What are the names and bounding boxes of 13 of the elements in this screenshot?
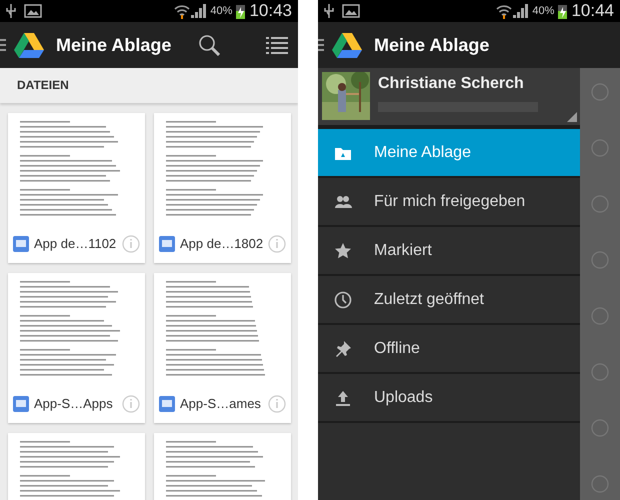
- battery-percent: 40%: [210, 4, 232, 19]
- account-header[interactable]: Christiane Scherch: [318, 68, 580, 125]
- file-name[interactable]: App-S…Apps: [34, 394, 117, 414]
- account-name: Christiane Scherch: [378, 74, 525, 94]
- section-header: DATEIEN: [0, 68, 298, 103]
- file-name[interactable]: App de…1802: [180, 234, 264, 254]
- clock-time: 10:43: [249, 0, 292, 22]
- clock-time: 10:44: [571, 0, 614, 22]
- app-title: Meine Ablage: [56, 34, 172, 57]
- battery-percent: 40%: [532, 4, 554, 19]
- file-name[interactable]: App-S…ames: [180, 394, 263, 414]
- app-title: Meine Ablage: [374, 34, 490, 57]
- file-name[interactable]: App de…1102: [34, 234, 117, 254]
